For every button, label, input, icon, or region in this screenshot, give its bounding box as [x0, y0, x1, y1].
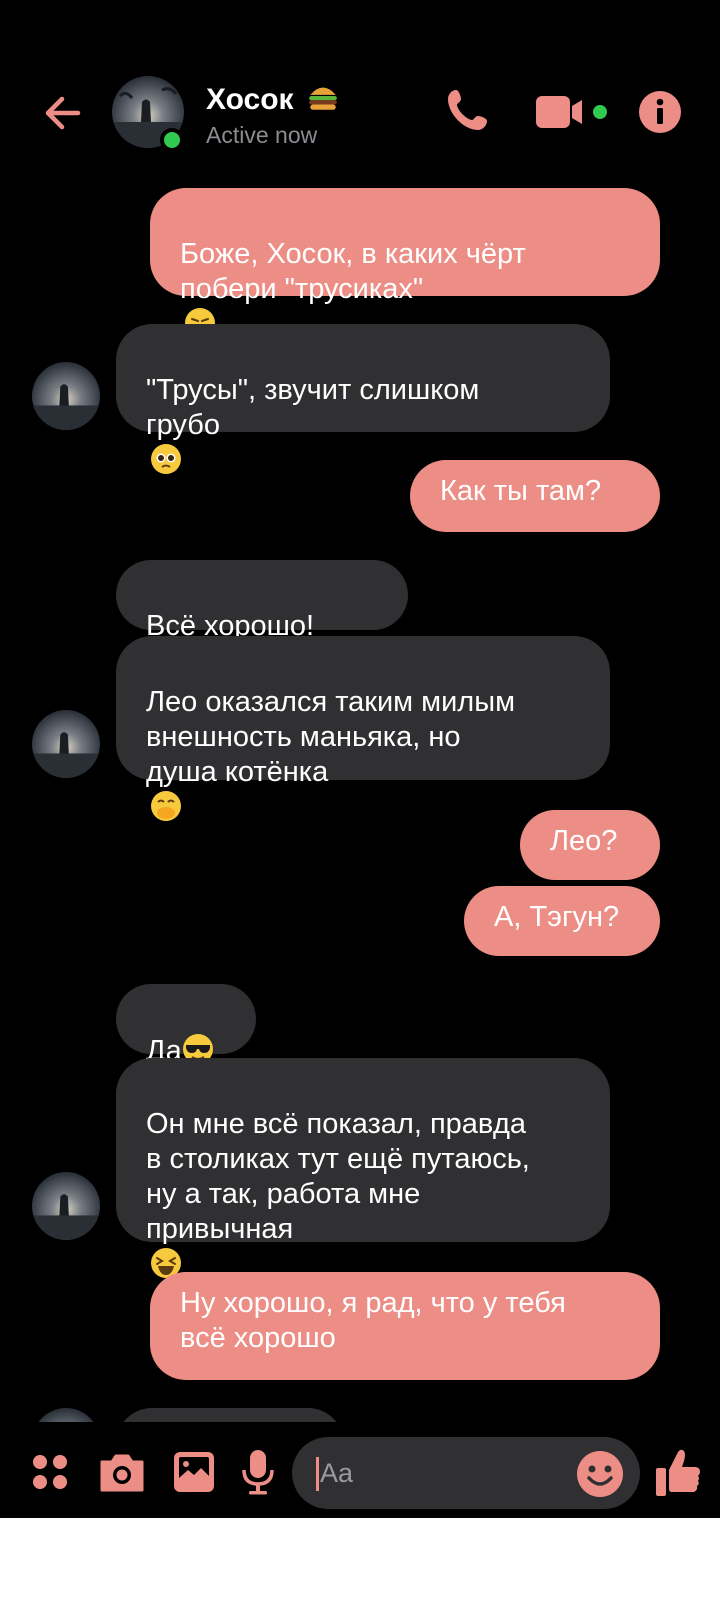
contact-avatar-small[interactable]: [32, 1172, 100, 1240]
message-bubble-outgoing[interactable]: А, Тэгун?: [464, 886, 660, 956]
message-bubble-incoming[interactable]: Да: [116, 984, 256, 1067]
camera-icon[interactable]: [98, 1450, 146, 1494]
message-bubble-outgoing[interactable]: Лео?: [520, 810, 660, 880]
message-bubble-outgoing[interactable]: Боже, Хосок, в каких чёрт побери "трусик…: [150, 188, 660, 338]
phone-icon[interactable]: [444, 86, 492, 134]
contact-avatar-small[interactable]: [32, 710, 100, 778]
message-input-placeholder: Aa: [320, 1458, 354, 1488]
emoji-picker-icon[interactable]: [576, 1450, 624, 1498]
hand-over-mouth-emoji-icon: [151, 791, 181, 821]
text-caret: [316, 1457, 319, 1491]
message-bubble-incoming[interactable]: Лео оказался таким милым внешность манья…: [116, 636, 610, 821]
contact-avatar-small[interactable]: [32, 362, 100, 430]
message-bubble-incoming[interactable]: Всё хорошо!: [116, 560, 408, 675]
gallery-icon[interactable]: [172, 1450, 216, 1494]
contact-status: Active now: [206, 122, 318, 148]
microphone-icon[interactable]: [240, 1448, 276, 1496]
info-icon[interactable]: [638, 90, 682, 134]
online-indicator: [160, 128, 184, 152]
pleading-face-emoji-icon: [151, 444, 181, 474]
contact-name[interactable]: Хосок: [206, 80, 340, 117]
burger-emoji-icon: [309, 87, 337, 110]
thumbs-up-icon[interactable]: [654, 1446, 702, 1498]
message-bubble-incoming[interactable]: Он мне всё показал, правда в столиках ту…: [116, 1058, 610, 1278]
apps-grid-icon[interactable]: [30, 1452, 70, 1492]
back-arrow-icon[interactable]: [38, 88, 88, 138]
video-call-icon[interactable]: [534, 92, 616, 132]
message-bubble-outgoing[interactable]: Ну хорошо, я рад, что у тебя всё хорошо: [150, 1272, 660, 1380]
message-bubble-outgoing[interactable]: Как ты там?: [410, 460, 660, 532]
chat-screen: Хосок Active now Боже, Хосок, в каких чё…: [0, 0, 720, 1518]
message-bubble-incoming[interactable]: "Трусы", звучит слишком грубо: [116, 324, 610, 474]
